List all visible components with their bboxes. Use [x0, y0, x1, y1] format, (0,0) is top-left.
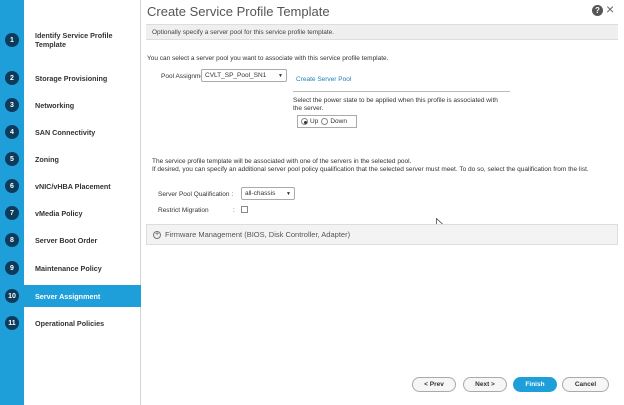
- prev-button[interactable]: < Prev: [412, 377, 456, 392]
- step-label: Networking: [35, 100, 75, 110]
- pool-assignment-value: CVLT_SP_Pool_SN1: [205, 72, 267, 79]
- wizard-step-10[interactable]: 10 Server Assignment: [5, 285, 141, 307]
- power-down-radio[interactable]: [321, 118, 329, 125]
- step-label: Server Assignment: [35, 291, 101, 301]
- wizard-step-8[interactable]: 8 Server Boot Order: [5, 229, 141, 251]
- server-pool-qualification-select[interactable]: all-chassis ▼: [241, 187, 295, 200]
- restrict-migration-colon: :: [233, 207, 235, 214]
- step-label: Server Boot Order: [35, 235, 98, 245]
- power-state-text: Select the power state to be applied whe…: [293, 97, 498, 112]
- finish-button[interactable]: Finish: [513, 377, 557, 392]
- step-number-badge: 1: [5, 33, 19, 47]
- close-icon[interactable]: ×: [606, 2, 614, 16]
- help-icon[interactable]: ?: [592, 5, 603, 16]
- wizard-steps-sidebar: 1 Identify Service Profile Template 2 St…: [5, 0, 141, 405]
- pool-intro-text: You can select a server pool you want to…: [147, 55, 389, 62]
- next-button[interactable]: Next >: [463, 377, 507, 392]
- step-number-badge: 10: [5, 289, 19, 303]
- restrict-migration-label: Restrict Migration: [158, 207, 209, 214]
- power-up-radio[interactable]: [301, 118, 308, 125]
- power-down-label: Down: [330, 118, 347, 125]
- power-up-label: Up: [310, 118, 319, 125]
- step-number-badge: 8: [5, 233, 19, 247]
- chevron-down-icon: ▼: [278, 72, 283, 79]
- step-number-badge: 6: [5, 179, 19, 193]
- wizard-step-2[interactable]: 2 Storage Provisioning: [5, 67, 141, 89]
- wizard-left-strip: [0, 0, 24, 405]
- step-number-badge: 7: [5, 206, 19, 220]
- qualification-help-text: If desired, you can specify an additiona…: [152, 166, 589, 173]
- power-state-radio-group: Up Down: [297, 115, 357, 128]
- dialog-title: Create Service Profile Template: [147, 4, 330, 19]
- wizard-step-7[interactable]: 7 vMedia Policy: [5, 202, 141, 224]
- server-pool-qualification-label: Server Pool Qualification :: [158, 191, 234, 198]
- step-label: vNIC/vHBA Placement: [35, 181, 111, 191]
- step-number-badge: 3: [5, 98, 19, 112]
- wizard-step-6[interactable]: 6 vNIC/vHBA Placement: [5, 175, 141, 197]
- restrict-migration-checkbox[interactable]: [241, 206, 248, 213]
- wizard-step-4[interactable]: 4 SAN Connectivity: [5, 121, 141, 143]
- pool-assignment-select[interactable]: CVLT_SP_Pool_SN1 ▼: [201, 69, 287, 82]
- step-label: Storage Provisioning: [35, 73, 108, 83]
- firmware-management-label: Firmware Management (BIOS, Disk Controll…: [165, 230, 351, 239]
- step-number-badge: 4: [5, 125, 19, 139]
- expand-plus-icon[interactable]: +: [153, 230, 161, 239]
- association-text: The service profile template will be ass…: [152, 158, 412, 165]
- step-label: SAN Connectivity: [35, 127, 96, 137]
- wizard-step-9[interactable]: 9 Maintenance Policy: [5, 257, 141, 279]
- step-label: Maintenance Policy: [35, 263, 102, 273]
- step-label: Identify Service Profile Template: [35, 31, 113, 49]
- create-server-pool-link[interactable]: Create Server Pool: [296, 76, 351, 83]
- cancel-button[interactable]: Cancel: [562, 377, 609, 392]
- wizard-step-11[interactable]: 11 Operational Policies: [5, 312, 141, 334]
- step-number-badge: 2: [5, 71, 19, 85]
- wizard-step-1[interactable]: 1 Identify Service Profile Template: [5, 29, 141, 51]
- step-label: Operational Policies: [35, 318, 105, 328]
- wizard-step-3[interactable]: 3 Networking: [5, 94, 141, 116]
- step-label: Zoning: [35, 154, 59, 164]
- wizard-main-panel: Create Service Profile Template ? × Opti…: [141, 0, 624, 405]
- step-number-badge: 5: [5, 152, 19, 166]
- firmware-management-section[interactable]: + Firmware Management (BIOS, Disk Contro…: [146, 224, 618, 245]
- chevron-down-icon: ▼: [286, 190, 291, 197]
- qualification-value: all-chassis: [245, 190, 276, 197]
- step-number-badge: 11: [5, 316, 19, 330]
- step-number-badge: 9: [5, 261, 19, 275]
- info-banner: Optionally specify a server pool for thi…: [146, 24, 618, 40]
- divider: [293, 91, 510, 92]
- step-label: vMedia Policy: [35, 208, 83, 218]
- wizard-step-5[interactable]: 5 Zoning: [5, 148, 141, 170]
